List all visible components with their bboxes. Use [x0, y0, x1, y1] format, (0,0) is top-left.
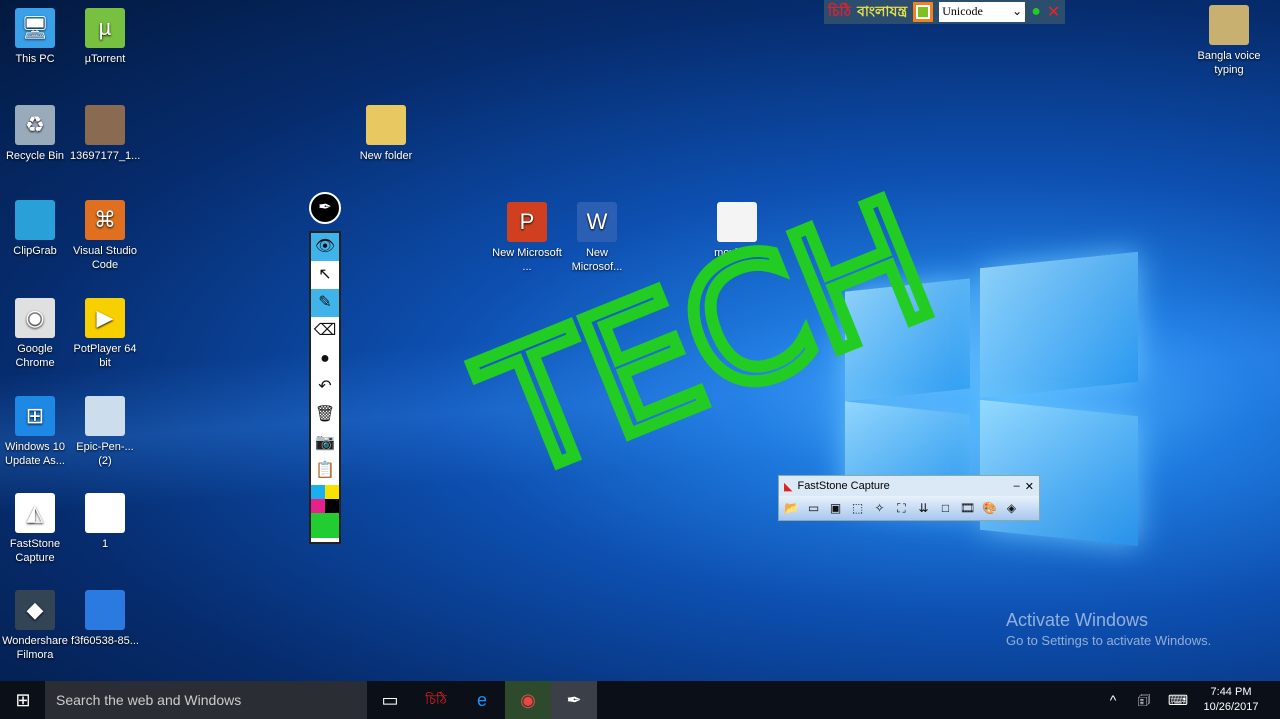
- date: 10/26/2017: [1203, 701, 1259, 713]
- edge-taskbar-button[interactable]: e: [459, 681, 505, 719]
- capture-fullscreen-icon[interactable]: ⛶: [893, 501, 910, 516]
- open-icon[interactable]: 📂: [783, 501, 800, 516]
- search-input[interactable]: Search the web and Windows: [45, 681, 367, 719]
- activation-watermark: Activate Windows Go to Settings to activ…: [1006, 610, 1211, 648]
- capture-object-icon[interactable]: ▣: [827, 501, 844, 516]
- layout-toggle-button[interactable]: [913, 2, 934, 22]
- bangla-keyboard-bar: চিঠি বাংলাযন্ত্র Unicode ⌄ ● ✕: [824, 0, 1065, 24]
- encoding-select[interactable]: Unicode ⌄: [939, 2, 1026, 22]
- camera-icon[interactable]: 📷: [311, 429, 339, 457]
- capture-fixed-region-icon[interactable]: □: [937, 501, 954, 516]
- trash-icon[interactable]: 🗑: [311, 401, 339, 429]
- eye-icon[interactable]: 👁: [311, 233, 339, 261]
- minimize-button[interactable]: –: [1014, 480, 1020, 492]
- chevron-up-icon[interactable]: ^: [1098, 681, 1128, 719]
- screen-recorder-icon[interactable]: 🎞: [959, 501, 976, 516]
- download-icon[interactable]: ●: [1031, 3, 1041, 21]
- activate-subtitle: Go to Settings to activate Windows.: [1006, 633, 1212, 648]
- close-icon[interactable]: ✕: [1047, 2, 1060, 22]
- chevron-down-icon: ⌄: [1012, 4, 1023, 18]
- epic-pen-taskbar-button[interactable]: ✒: [551, 681, 597, 719]
- cursor-icon[interactable]: ↖: [311, 261, 339, 289]
- capture-scrolling-icon[interactable]: ⇊: [915, 501, 932, 516]
- output-palette-icon[interactable]: 🎨: [981, 501, 998, 516]
- activate-title: Activate Windows: [1006, 610, 1149, 630]
- time: 7:44 PM: [1210, 686, 1252, 698]
- taskbar: ⊞ Search the web and Windows ▭ চিঠি e ◉ …: [0, 681, 1280, 719]
- bangla-logo: চিঠি: [828, 3, 852, 19]
- faststone-capture-window: ◣ FastStone Capture – ✕ 📂 ▭ ▣ ⬚ ✧ ⛶ ⇊ □ …: [778, 475, 1040, 521]
- faststone-logo-icon: ◣: [784, 480, 793, 493]
- keyboard-icon[interactable]: ⌨: [1160, 681, 1196, 719]
- bangla-app-name: বাংলাযন্ত্র: [857, 3, 908, 19]
- capture-freehand-icon[interactable]: ✧: [871, 501, 888, 516]
- faststone-title: FastStone Capture: [797, 480, 890, 492]
- task-view-button[interactable]: ▭: [367, 681, 413, 719]
- chrome-taskbar-button[interactable]: ◉: [505, 681, 551, 719]
- epic-pen-logo-button[interactable]: ✒: [309, 192, 341, 224]
- clock[interactable]: 7:44 PM 10/26/2017: [1196, 685, 1266, 715]
- undo-icon[interactable]: ↶: [311, 373, 339, 401]
- capture-window-icon[interactable]: ▭: [805, 501, 822, 516]
- start-button[interactable]: ⊞: [0, 681, 46, 719]
- annotation-text: TECH: [459, 162, 959, 517]
- current-color-swatch[interactable]: [311, 513, 339, 538]
- clipboard-icon[interactable]: 📋: [311, 457, 339, 485]
- encoding-value: Unicode: [942, 4, 983, 18]
- close-button[interactable]: ✕: [1025, 480, 1034, 493]
- pen-icon[interactable]: ✎: [311, 289, 339, 317]
- color-palette[interactable]: [311, 485, 339, 513]
- eraser-icon[interactable]: ⌫: [311, 317, 339, 345]
- brush-size-icon[interactable]: ●: [311, 345, 339, 373]
- settings-icon[interactable]: ◈: [1003, 501, 1020, 516]
- bangla-taskbar-button[interactable]: চিঠি: [413, 681, 459, 719]
- action-center-icon[interactable]: 🗊: [1128, 681, 1160, 719]
- epic-pen-toolbar: 👁 ↖ ✎ ⌫ ● ↶ 🗑 📷 📋: [309, 231, 341, 544]
- capture-rectangle-icon[interactable]: ⬚: [849, 501, 866, 516]
